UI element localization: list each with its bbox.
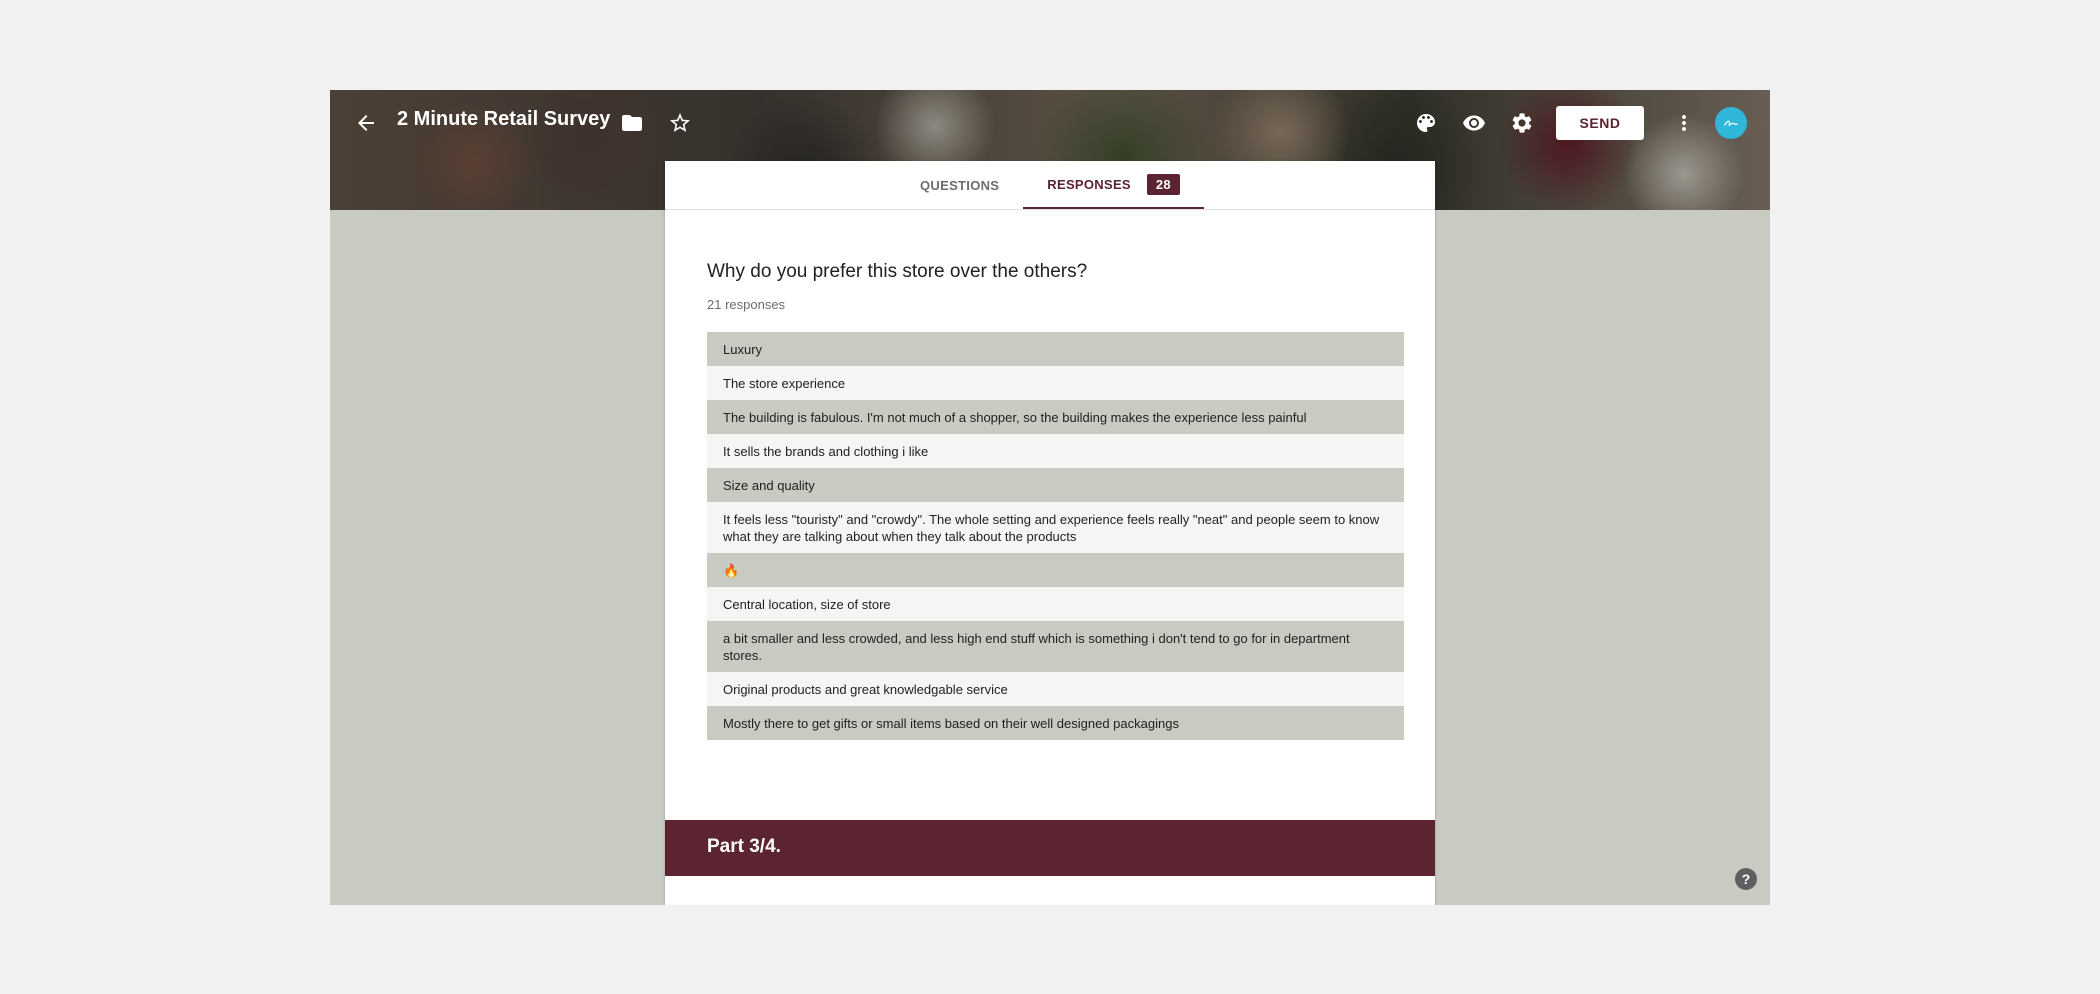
tab-questions[interactable]: QUESTIONS — [896, 161, 1023, 209]
form-card: QUESTIONS RESPONSES 28 Why do you prefer… — [665, 161, 1435, 905]
forms-window: 2 Minute Retail Survey SEND QUESTIONS RE… — [330, 90, 1770, 905]
star-icon[interactable] — [662, 105, 698, 141]
avatar[interactable] — [1715, 107, 1747, 139]
palette-icon[interactable] — [1408, 105, 1444, 141]
back-arrow-icon[interactable] — [348, 105, 384, 141]
list-item: Central location, size of store — [707, 587, 1404, 621]
signature-icon — [1723, 120, 1739, 126]
tab-responses[interactable]: RESPONSES 28 — [1023, 161, 1204, 209]
more-vert-icon[interactable] — [1666, 105, 1702, 141]
section-title: Part 3/4. — [707, 836, 781, 857]
tab-bar: QUESTIONS RESPONSES 28 — [665, 161, 1435, 210]
eye-icon[interactable] — [1456, 105, 1492, 141]
list-item: It sells the brands and clothing i like — [707, 434, 1404, 468]
list-item: 🔥 — [707, 553, 1404, 587]
response-count: 21 responses — [707, 297, 786, 312]
response-list: Luxury The store experience The building… — [707, 332, 1404, 740]
send-button[interactable]: SEND — [1556, 106, 1644, 140]
tab-responses-label: RESPONSES — [1047, 176, 1131, 192]
list-item: Size and quality — [707, 468, 1404, 502]
form-title[interactable]: 2 Minute Retail Survey — [397, 108, 610, 131]
help-icon[interactable]: ? — [1735, 868, 1757, 890]
responses-count-badge: 28 — [1146, 173, 1180, 195]
gear-icon[interactable] — [1504, 105, 1540, 141]
list-item: Mostly there to get gifts or small items… — [707, 706, 1404, 740]
list-item: Original products and great knowledgable… — [707, 672, 1404, 706]
list-item: The store experience — [707, 366, 1404, 400]
list-item: a bit smaller and less crowded, and less… — [707, 621, 1404, 672]
list-item: It feels less "touristy" and "crowdy". T… — [707, 502, 1404, 553]
folder-icon[interactable] — [614, 105, 650, 141]
list-item: The building is fabulous. I'm not much o… — [707, 400, 1404, 434]
section-header: Part 3/4. — [665, 820, 1435, 876]
question-title: Why do you prefer this store over the ot… — [707, 261, 1088, 282]
list-item: Luxury — [707, 332, 1404, 366]
